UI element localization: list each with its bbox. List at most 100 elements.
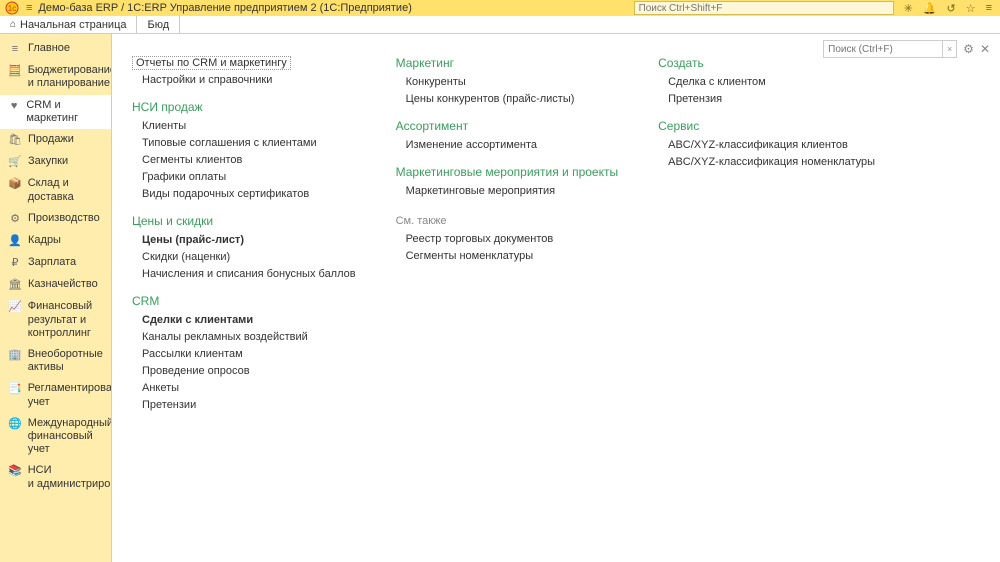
group-crm[interactable]: CRM bbox=[132, 294, 356, 308]
sidebar-item-12[interactable]: 📑 Регламентированный учет bbox=[0, 378, 111, 412]
tab-budget[interactable]: Бюд bbox=[137, 16, 180, 33]
sidebar-label: НСИ и администрирование bbox=[28, 464, 112, 490]
sidebar-item-5[interactable]: 📦Склад и доставка bbox=[0, 173, 111, 207]
tab-label: Бюд bbox=[147, 19, 169, 31]
link-price-0[interactable]: Цены (прайс-лист) bbox=[132, 233, 356, 247]
sidebar-icon: 🏛 bbox=[8, 279, 22, 292]
group-prices[interactable]: Цены и скидки bbox=[132, 214, 356, 228]
link-crm-0[interactable]: Сделки с клиентами bbox=[132, 313, 356, 327]
link-crm-4[interactable]: Анкеты bbox=[132, 381, 356, 395]
link-mktev-0[interactable]: Маркетинговые мероприятия bbox=[396, 184, 619, 198]
sidebar-label: Закупки bbox=[28, 155, 68, 168]
bell-icon[interactable]: 🔔 bbox=[923, 2, 937, 15]
column-3: Создать Сделка с клиентом Претензия Сервис A… bbox=[658, 56, 875, 412]
sidebar-label: Внеоборотные активы bbox=[28, 348, 105, 374]
global-search-input[interactable] bbox=[634, 1, 894, 15]
link-crm-3[interactable]: Проведение опросов bbox=[132, 364, 356, 378]
group-create[interactable]: Создать bbox=[658, 56, 875, 70]
link-svc-0[interactable]: ABC/XYZ-классификация клиентов bbox=[658, 138, 875, 152]
link-create-1[interactable]: Претензия bbox=[658, 92, 875, 106]
sidebar-label: Продажи bbox=[28, 133, 74, 146]
sun-icon[interactable]: ✳ bbox=[904, 2, 913, 15]
sidebar-item-14[interactable]: 📚 НСИ и администрирование bbox=[0, 460, 111, 494]
history-icon[interactable]: ↺ bbox=[946, 2, 955, 15]
menu-icon[interactable]: ≡ bbox=[986, 2, 992, 14]
sidebar-item-8[interactable]: ₽ Зарплата bbox=[0, 252, 111, 274]
gear-icon[interactable]: ⚙ bbox=[963, 42, 974, 56]
clear-search-icon[interactable]: × bbox=[943, 40, 957, 58]
link-nsi-2[interactable]: Сегменты клиентов bbox=[132, 153, 356, 167]
sidebar-icon: ₽ bbox=[8, 257, 22, 270]
sidebar-label: Производство bbox=[28, 212, 100, 225]
window-title: Демо-база ERP / 1C:ERP Управление предпр… bbox=[38, 2, 627, 14]
sidebar-label: Финансовый результат и контроллинг bbox=[28, 300, 105, 340]
titlebar: 1c ≡ Демо-база ERP / 1C:ERP Управление п… bbox=[0, 0, 1000, 16]
sidebar-item-9[interactable]: 🏛 Казначейство bbox=[0, 274, 111, 296]
link-price-1[interactable]: Скидки (наценки) bbox=[132, 250, 356, 264]
sidebar-label: Регламентированный учет bbox=[28, 382, 112, 408]
group-mkt-events[interactable]: Маркетинговые мероприятия и проекты bbox=[396, 165, 619, 179]
sidebar-item-2[interactable]: ♥CRM и маркетинг bbox=[0, 95, 111, 129]
main-panel: × ⚙ ✕ Отчеты по CRM и маркетингу Настройк… bbox=[112, 34, 1000, 562]
sidebar-item-13[interactable]: 🌐 Международный финансовый учет bbox=[0, 413, 111, 461]
svg-text:1c: 1c bbox=[8, 4, 16, 13]
tabbar: ⌂ Начальная страница Бюд bbox=[0, 16, 1000, 34]
link-nsi-3[interactable]: Графики оплаты bbox=[132, 170, 356, 184]
sidebar-item-10[interactable]: 📈 Финансовый результат и контроллинг bbox=[0, 296, 111, 344]
sidebar-label: Главное bbox=[28, 42, 70, 55]
link-create-0[interactable]: Сделка с клиентом bbox=[658, 75, 875, 89]
link-price-2[interactable]: Начисления и списания бонусных баллов bbox=[132, 267, 356, 281]
sidebar-item-11[interactable]: 🏢 Внеоборотные активы bbox=[0, 344, 111, 378]
group-nsi[interactable]: НСИ продаж bbox=[132, 100, 356, 114]
sidebar-icon: 🏢 bbox=[8, 349, 22, 362]
link-sa-1[interactable]: Сегменты номенклатуры bbox=[396, 249, 619, 263]
sidebar-label: Казначейство bbox=[28, 278, 98, 291]
sidebar-item-6[interactable]: ⚙ Производство bbox=[0, 208, 111, 230]
sidebar-item-7[interactable]: 👤 Кадры bbox=[0, 230, 111, 252]
link-top-0[interactable]: Отчеты по CRM и маркетингу bbox=[132, 56, 291, 70]
sidebar-icon: 📦 bbox=[8, 178, 22, 191]
panel-toolbar: × ⚙ ✕ bbox=[823, 40, 990, 58]
link-svc-1[interactable]: ABC/XYZ-классификация номенклатуры bbox=[658, 155, 875, 169]
sidebar-label: Кадры bbox=[28, 234, 61, 247]
star-icon[interactable]: ☆ bbox=[966, 2, 976, 15]
sidebar-label: Зарплата bbox=[28, 256, 76, 269]
sidebar-icon: 📈 bbox=[8, 301, 22, 314]
tab-home[interactable]: ⌂ Начальная страница bbox=[0, 16, 137, 33]
sidebar-icon: 🌐 bbox=[8, 418, 22, 431]
sidebar-item-3[interactable]: 🛍 Продажи bbox=[0, 129, 111, 151]
sidebar-icon: 📑 bbox=[8, 383, 22, 396]
panel-search-input[interactable] bbox=[823, 40, 943, 58]
group-assort[interactable]: Ассортимент bbox=[396, 119, 619, 133]
link-sa-0[interactable]: Реестр торговых документов bbox=[396, 232, 619, 246]
sidebar-item-4[interactable]: 🛒Закупки bbox=[0, 151, 111, 173]
sidebar-label: Бюджетирование и планирование bbox=[28, 64, 112, 90]
link-top-1[interactable]: Настройки и справочники bbox=[132, 73, 356, 87]
close-icon[interactable]: ✕ bbox=[980, 42, 990, 56]
hamburger-icon[interactable]: ≡ bbox=[26, 2, 32, 14]
sidebar-label: Международный финансовый учет bbox=[28, 417, 112, 457]
see-also-label: См. также bbox=[396, 215, 619, 227]
sidebar-icon: ≡ bbox=[8, 43, 22, 56]
sidebar-icon: 👤 bbox=[8, 235, 22, 248]
sidebar-item-0[interactable]: ≡ Главное bbox=[0, 38, 111, 60]
column-2: Маркетинг Конкуренты Цены конкурентов (пра… bbox=[396, 56, 619, 412]
link-nsi-0[interactable]: Клиенты bbox=[132, 119, 356, 133]
link-asrt-0[interactable]: Изменение ассортимента bbox=[396, 138, 619, 152]
link-mkt-0[interactable]: Конкуренты bbox=[396, 75, 619, 89]
home-icon: ⌂ bbox=[10, 19, 16, 30]
link-nsi-4[interactable]: Виды подарочных сертификатов bbox=[132, 187, 356, 201]
group-marketing[interactable]: Маркетинг bbox=[396, 56, 619, 70]
link-mkt-1[interactable]: Цены конкурентов (прайс-листы) bbox=[396, 92, 619, 106]
group-service[interactable]: Сервис bbox=[658, 119, 875, 133]
app-logo: 1c bbox=[4, 0, 20, 16]
link-crm-5[interactable]: Претензии bbox=[132, 398, 356, 412]
link-crm-2[interactable]: Рассылки клиентам bbox=[132, 347, 356, 361]
link-crm-1[interactable]: Каналы рекламных воздействий bbox=[132, 330, 356, 344]
link-nsi-1[interactable]: Типовые соглашения с клиентами bbox=[132, 136, 356, 150]
sidebar-icon: 🛍 bbox=[8, 134, 22, 147]
sidebar-item-1[interactable]: 🧮Бюджетирование и планирование bbox=[0, 60, 111, 94]
sidebar-icon: 📚 bbox=[8, 465, 22, 478]
tab-label: Начальная страница bbox=[20, 19, 126, 31]
sidebar-icon: ⚙ bbox=[8, 213, 22, 226]
